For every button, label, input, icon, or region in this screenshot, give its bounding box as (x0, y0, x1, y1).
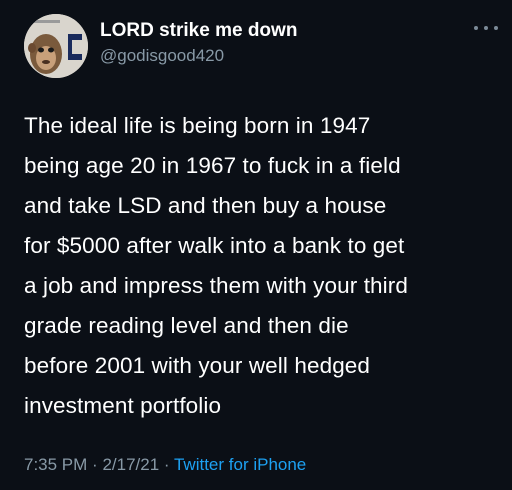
tweet-text-line: being age 20 in 1967 to fuck in a field (24, 153, 401, 178)
more-dot (474, 26, 478, 30)
avatar-image (24, 14, 88, 78)
tweet-text-line: investment portfolio (24, 393, 222, 418)
tweet-text: The ideal life is being born in 1947 bei… (24, 106, 504, 426)
tweet-card: LORD strike me down @godisgood420 The id… (0, 0, 512, 490)
tweet-metadata: 7:35 PM · 2/17/21 · Twitter for iPhone (24, 455, 306, 475)
more-dot (494, 26, 498, 30)
tweet-text-line: before 2001 with your well hedged (24, 353, 371, 378)
tweet-text-line: The ideal life is being born in 1947 (24, 113, 371, 138)
tweet-time[interactable]: 7:35 PM (24, 455, 87, 474)
meta-separator: · (163, 455, 174, 474)
more-dot (484, 26, 488, 30)
monkey-avatar-icon[interactable] (24, 14, 88, 78)
more-options-icon[interactable] (474, 20, 498, 36)
tweet-text-line: and take LSD and then buy a house (24, 193, 387, 218)
tweet-date[interactable]: 2/17/21 (102, 455, 159, 474)
display-name[interactable]: LORD strike me down (100, 20, 297, 42)
tweet-text-line: a job and impress them with your third (24, 273, 408, 298)
tweet-text-line: for $5000 after walk into a bank to get (24, 233, 405, 258)
tweet-source-link[interactable]: Twitter for iPhone (174, 455, 306, 474)
tweet-text-line: grade reading level and then die (24, 313, 349, 338)
meta-separator: · (92, 455, 103, 474)
tweet-header: LORD strike me down @godisgood420 (100, 20, 297, 66)
user-handle[interactable]: @godisgood420 (100, 46, 297, 66)
